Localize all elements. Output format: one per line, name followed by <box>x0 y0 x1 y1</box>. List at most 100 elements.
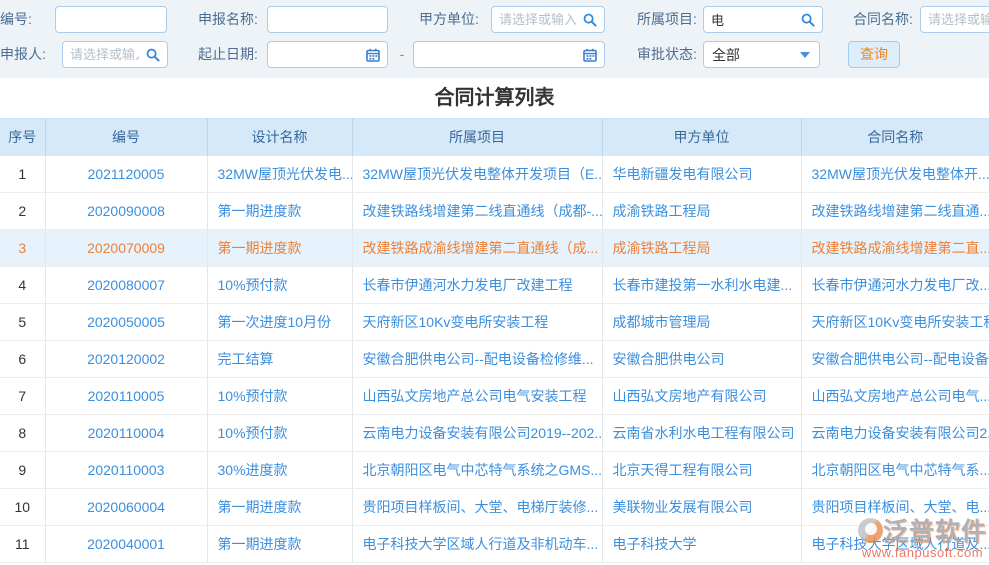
column-header-project: 所属项目 <box>352 119 602 156</box>
cell-contract: 山西弘文房地产总公司电气... <box>801 378 989 415</box>
cell-party: 成渝铁路工程局 <box>602 193 801 230</box>
cell-project: 32MW屋顶光伏发电整体开发项目（E... <box>352 156 602 193</box>
search-icon[interactable] <box>801 13 815 27</box>
table-row[interactable]: 62020120002完工结算安徽合肥供电公司--配电设备检修维...安徽合肥供… <box>0 341 989 378</box>
cell-code[interactable]: 2020110003 <box>45 452 207 489</box>
table-row[interactable]: 102020060004第一期进度款贵阳项目样板间、大堂、电梯厅装修...美联物… <box>0 489 989 526</box>
table-row[interactable]: 8202011000410%预付款云南电力设备安装有限公司2019--202..… <box>0 415 989 452</box>
applicant-field-wrap <box>62 41 168 68</box>
cell-contract: 安徽合肥供电公司--配电设备... <box>801 341 989 378</box>
cell-project: 安徽合肥供电公司--配电设备检修维... <box>352 341 602 378</box>
cell-no: 6 <box>0 341 45 378</box>
cell-code[interactable]: 2020120002 <box>45 341 207 378</box>
page-title: 合同计算列表 <box>0 78 989 118</box>
table-row[interactable]: 32020070009第一期进度款改建铁路成渝线增建第二直通线（成...成渝铁路… <box>0 230 989 267</box>
cell-code[interactable]: 2020040001 <box>45 526 207 563</box>
cell-contract: 32MW屋顶光伏发电整体开... <box>801 156 989 193</box>
cell-design: 完工结算 <box>207 341 352 378</box>
table-row[interactable]: 112020040001第一期进度款电子科技大学区域人行道及非机动车...电子科… <box>0 526 989 563</box>
cell-party: 北京天得工程有限公司 <box>602 452 801 489</box>
cell-code[interactable]: 2020070009 <box>45 230 207 267</box>
search-icon[interactable] <box>583 13 597 27</box>
cell-party: 成渝铁路工程局 <box>602 230 801 267</box>
project-input[interactable] <box>704 12 801 27</box>
cell-code[interactable]: 2020090008 <box>45 193 207 230</box>
calendar-icon[interactable] <box>366 48 380 62</box>
date-start-input[interactable] <box>268 47 366 62</box>
report-no-input[interactable] <box>56 12 166 27</box>
cell-party: 电子科技大学 <box>602 526 801 563</box>
cell-contract: 北京朝阳区电气中芯特气系... <box>801 452 989 489</box>
party-label: 甲方单位: <box>419 6 479 33</box>
cell-no: 1 <box>0 156 45 193</box>
cell-code[interactable]: 2021120005 <box>45 156 207 193</box>
cell-party: 山西弘文房地产有限公司 <box>602 378 801 415</box>
column-header-contract: 合同名称 <box>801 119 989 156</box>
cell-contract: 贵阳项目样板间、大堂、电... <box>801 489 989 526</box>
cell-party: 华电新疆发电有限公司 <box>602 156 801 193</box>
decl-name-input[interactable] <box>268 12 387 27</box>
cell-design: 第一期进度款 <box>207 230 352 267</box>
cell-no: 7 <box>0 378 45 415</box>
cell-design: 10%预付款 <box>207 267 352 304</box>
cell-party: 成都城市管理局 <box>602 304 801 341</box>
cell-project: 山西弘文房地产总公司电气安装工程 <box>352 378 602 415</box>
cell-contract: 改建铁路线增建第二线直通... <box>801 193 989 230</box>
cell-project: 贵阳项目样板间、大堂、电梯厅装修... <box>352 489 602 526</box>
cell-design: 32MW屋顶光伏发电... <box>207 156 352 193</box>
cell-no: 5 <box>0 304 45 341</box>
applicant-label: 申报人: <box>0 41 46 68</box>
filter-bar: 申报编号: 申报名称: 甲方单位: 所属项目: 合同名称: 申报人: 起止日期: <box>0 0 989 78</box>
party-field-wrap <box>491 6 605 33</box>
applicant-input[interactable] <box>63 47 146 62</box>
contract-input[interactable] <box>921 12 989 27</box>
contract-field-wrap <box>920 6 989 33</box>
table-row[interactable]: 4202008000710%预付款长春市伊通河水力发电厂改建工程长春市建投第一水… <box>0 267 989 304</box>
column-header-code: 编号 <box>45 119 207 156</box>
cell-no: 10 <box>0 489 45 526</box>
contract-table: 序号 编号 设计名称 所属项目 甲方单位 合同名称 1202112000532M… <box>0 118 989 563</box>
cell-contract: 电子科技大学区域人行道及... <box>801 526 989 563</box>
table-body: 1202112000532MW屋顶光伏发电...32MW屋顶光伏发电整体开发项目… <box>0 156 989 563</box>
decl-name-field-wrap <box>267 6 388 33</box>
cell-party: 云南省水利水电工程有限公司 <box>602 415 801 452</box>
cell-code[interactable]: 2020060004 <box>45 489 207 526</box>
cell-design: 30%进度款 <box>207 452 352 489</box>
cell-no: 2 <box>0 193 45 230</box>
table-row[interactable]: 7202011000510%预付款山西弘文房地产总公司电气安装工程山西弘文房地产… <box>0 378 989 415</box>
column-header-no: 序号 <box>0 119 45 156</box>
table-row[interactable]: 52020050005第一次进度10月份天府新区10Kv变电所安装工程成都城市管… <box>0 304 989 341</box>
search-icon[interactable] <box>146 48 160 62</box>
date-range-separator: - <box>396 41 408 68</box>
cell-party: 安徽合肥供电公司 <box>602 341 801 378</box>
cell-no: 11 <box>0 526 45 563</box>
cell-project: 改建铁路线增建第二线直通线（成都-... <box>352 193 602 230</box>
table-row[interactable]: 22020090008第一期进度款改建铁路线增建第二线直通线（成都-...成渝铁… <box>0 193 989 230</box>
project-field-wrap <box>703 6 823 33</box>
cell-project: 电子科技大学区域人行道及非机动车... <box>352 526 602 563</box>
contract-label: 合同名称: <box>853 6 913 33</box>
party-input[interactable] <box>492 12 583 27</box>
decl-name-label: 申报名称: <box>198 6 258 33</box>
cell-contract: 改建铁路成渝线增建第二直... <box>801 230 989 267</box>
report-no-field-wrap <box>55 6 167 33</box>
table-row[interactable]: 9202011000330%进度款北京朝阳区电气中芯特气系统之GMS...北京天… <box>0 452 989 489</box>
cell-contract: 长春市伊通河水力发电厂改... <box>801 267 989 304</box>
query-button[interactable]: 查询 <box>848 41 900 68</box>
cell-no: 8 <box>0 415 45 452</box>
table-header-row: 序号 编号 设计名称 所属项目 甲方单位 合同名称 <box>0 119 989 156</box>
cell-party: 美联物业发展有限公司 <box>602 489 801 526</box>
cell-code[interactable]: 2020110005 <box>45 378 207 415</box>
approval-status-select[interactable]: 全部 <box>703 41 820 68</box>
cell-design: 第一期进度款 <box>207 489 352 526</box>
cell-project: 云南电力设备安装有限公司2019--202... <box>352 415 602 452</box>
cell-code[interactable]: 2020110004 <box>45 415 207 452</box>
calendar-icon[interactable] <box>583 48 597 62</box>
cell-design: 第一期进度款 <box>207 193 352 230</box>
date-end-field-wrap <box>413 41 605 68</box>
cell-code[interactable]: 2020080007 <box>45 267 207 304</box>
cell-no: 9 <box>0 452 45 489</box>
cell-code[interactable]: 2020050005 <box>45 304 207 341</box>
date-end-input[interactable] <box>414 47 583 62</box>
table-row[interactable]: 1202112000532MW屋顶光伏发电...32MW屋顶光伏发电整体开发项目… <box>0 156 989 193</box>
